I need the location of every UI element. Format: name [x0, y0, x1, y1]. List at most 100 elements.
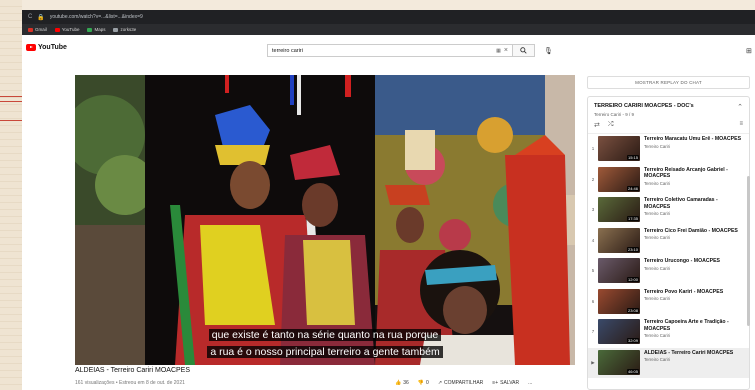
playlist-item-channel: Terreiro Cariri: [644, 235, 671, 240]
playlist-item-title[interactable]: Terreiro Cico Frei Damião - MOACPES: [644, 228, 744, 235]
playlist-item-title[interactable]: ALDEIAS - Terreiro Cariri MOACPES: [644, 350, 744, 357]
video-frame: [75, 75, 575, 365]
playlist-item-thumbnail[interactable]: 24:46: [598, 166, 640, 192]
playlist-item-thumbnail[interactable]: 46:05: [598, 349, 640, 375]
playlist-item-index: ▶: [591, 359, 595, 365]
playlist-item-index: 7: [591, 329, 595, 334]
playlist-item-index: 1: [591, 146, 595, 151]
loop-icon[interactable]: ⇄: [594, 121, 600, 129]
playlist-item-channel: Terreiro Cariri: [644, 143, 671, 149]
bookmark-icon: [113, 27, 119, 32]
playlist-title[interactable]: TERREIRO CARIRI MOACPES - DOC's: [594, 103, 743, 109]
bookmarks-bar: Gmail YouTube Maps zorks3e: [22, 24, 755, 35]
playlist-item[interactable]: 7 32:09 Terreiro Capoeira Arte e Tradição …: [588, 317, 749, 348]
share-button[interactable]: ↗ COMPARTILHAR: [438, 380, 483, 386]
duration-badge: 23:10: [626, 246, 639, 252]
thumbs-down-icon: 👎: [417, 380, 425, 386]
page-margin: [0, 0, 22, 390]
playlist-items: 1 15:15 Terreiro Maracatu Umu Erê - MOACPE…: [588, 134, 749, 378]
playlist-header: TERREIRO CARIRI MOACPES - DOC's Terreiro…: [588, 97, 749, 134]
playlist-item-thumbnail[interactable]: 23:08: [598, 288, 640, 314]
duration-badge: 24:46: [626, 185, 639, 191]
playlist-menu-icon[interactable]: ≡: [739, 121, 743, 127]
upload-icon[interactable]: ⊞: [746, 47, 752, 55]
subtitle-line-2: a rua é o nosso principal terreiro a gen…: [75, 346, 575, 358]
share-icon: ↗: [437, 380, 443, 386]
playlist-item-channel: Terreiro Cariri: [644, 333, 671, 338]
playlist-item-channel: Terreiro Cariri: [644, 265, 671, 271]
playlist-panel: TERREIRO CARIRI MOACPES - DOC's Terreiro…: [587, 96, 750, 390]
playlist-item[interactable]: 1 15:15 Terreiro Maracatu Umu Erê - MOACPE…: [588, 134, 749, 165]
more-actions-button[interactable]: ...: [528, 380, 532, 386]
playlist-item-thumbnail[interactable]: 17:35: [598, 197, 640, 222]
bookmark-item[interactable]: zorks3e: [113, 27, 136, 32]
url-text[interactable]: youtube.com/watch?v=...&list=...&index=9: [50, 14, 143, 20]
bookmark-item[interactable]: Gmail: [28, 27, 47, 32]
browser-window: C 🔒 youtube.com/watch?v=...&list=...&ind…: [22, 10, 755, 390]
bookmark-icon: [28, 27, 33, 32]
search-icon: [520, 47, 527, 54]
save-playlist-icon: ≡+: [492, 380, 499, 386]
collapse-playlist-icon[interactable]: ⌃: [737, 103, 743, 111]
duration-badge: 23:08: [626, 307, 639, 313]
playlist-item-title[interactable]: Terreiro Maracatu Umu Erê - MOACPES: [644, 136, 744, 143]
subtitle-line-1: que existe é tanto na série quanto na ru…: [75, 329, 575, 341]
shuffle-icon[interactable]: ⤮: [608, 121, 614, 129]
youtube-logo-icon: [26, 44, 36, 51]
playlist-item[interactable]: 4 23:10 Terreiro Cico Frei Damião - MOACPE…: [588, 226, 749, 257]
bookmark-item[interactable]: Maps: [87, 27, 105, 32]
playlist-item[interactable]: ▶ 46:05 ALDEIAS - Terreiro Cariri MOACPES T…: [588, 347, 749, 378]
playlist-item-channel: Terreiro Cariri: [644, 211, 671, 216]
playlist-item-index: 5: [591, 268, 595, 273]
playlist-subtitle: Terreiro Cariri - 9 / 9: [594, 112, 635, 117]
video-actions: 👍 36 👎 0 ↗ COMPARTILHAR ≡+ SALVAR ...: [395, 380, 532, 386]
playlist-scrollbar[interactable]: [747, 176, 750, 326]
reload-icon[interactable]: C: [28, 14, 32, 20]
playlist-item-thumbnail[interactable]: 12:00: [598, 258, 640, 283]
playlist-item-title[interactable]: Terreiro Coletivo Camaradas - MOACPES: [644, 197, 744, 210]
playlist-item-title[interactable]: Terreiro Reisado Arcanjo Gabriel - MOACP…: [644, 167, 744, 180]
video-player[interactable]: que existe é tanto na série quanto na ru…: [75, 75, 575, 365]
save-button[interactable]: ≡+ SALVAR: [492, 380, 519, 386]
playlist-item-index: 6: [591, 298, 595, 304]
youtube-header: YouTube terreiro cariri ▦ × 🎙 ⊞: [22, 35, 755, 65]
playlist-item-title[interactable]: Terreiro Capoeira Arte e Tradição - MOAC…: [644, 319, 744, 332]
like-button[interactable]: 👍 36: [395, 380, 409, 386]
playlist-item[interactable]: 3 17:35 Terreiro Coletivo Camaradas - MOAC…: [588, 195, 749, 226]
duration-badge: 32:09: [626, 338, 639, 343]
address-bar[interactable]: C 🔒 youtube.com/watch?v=...&list=...&ind…: [22, 10, 755, 24]
show-chat-replay-button[interactable]: MOSTRAR REPLAY DO CHAT: [587, 76, 750, 89]
playlist-item[interactable]: 5 12:00 Terreiro Urucongo - MOACPES Terreir…: [588, 256, 749, 287]
thumbs-up-icon: 👍: [395, 380, 402, 386]
playlist-item[interactable]: 6 23:08 Terreiro Povo Kariri - MOACPES Terr…: [588, 287, 749, 318]
playlist-item-channel: Terreiro Cariri: [644, 180, 671, 186]
search-button[interactable]: [512, 45, 534, 56]
playlist-item-title[interactable]: Terreiro Urucongo - MOACPES: [644, 258, 744, 265]
playlist-item-index: 3: [591, 207, 595, 212]
video-title: ALDEIAS - Terreiro Cariri MOACPES: [75, 367, 191, 374]
duration-badge: 46:05: [626, 368, 639, 374]
duration-badge: 12:00: [626, 277, 639, 282]
playlist-controls: ⇄ ⤮: [594, 121, 613, 129]
playlist-item-thumbnail[interactable]: 23:10: [598, 227, 640, 253]
bookmark-icon: [87, 27, 93, 32]
microphone-icon[interactable]: 🎙: [544, 47, 553, 55]
playlist-item-channel: Terreiro Cariri: [644, 357, 671, 362]
playlist-item-channel: Terreiro Cariri: [644, 296, 671, 301]
duration-badge: 15:15: [626, 155, 639, 160]
playlist-item-thumbnail[interactable]: 15:15: [598, 136, 640, 161]
playlist-item-thumbnail[interactable]: 32:09: [598, 319, 640, 344]
keyboard-icon[interactable]: ▦: [496, 48, 504, 54]
playlist-item[interactable]: 2 24:46 Terreiro Reisado Arcanjo Gabriel -…: [588, 165, 749, 196]
playlist-item-index: 4: [591, 237, 595, 243]
bookmark-item[interactable]: YouTube: [54, 27, 79, 32]
youtube-logo[interactable]: YouTube: [26, 44, 67, 51]
dislike-button[interactable]: 👎 0: [418, 380, 429, 386]
search-input[interactable]: terreiro cariri: [268, 48, 496, 54]
playlist-item-title[interactable]: Terreiro Povo Kariri - MOACPES: [644, 289, 744, 296]
search-box[interactable]: terreiro cariri ▦ ×: [267, 44, 535, 57]
bookmark-icon: [54, 27, 60, 32]
playlist-item-index: 2: [591, 176, 595, 182]
lock-icon: 🔒: [37, 14, 45, 21]
clear-search-icon[interactable]: ×: [504, 47, 512, 54]
